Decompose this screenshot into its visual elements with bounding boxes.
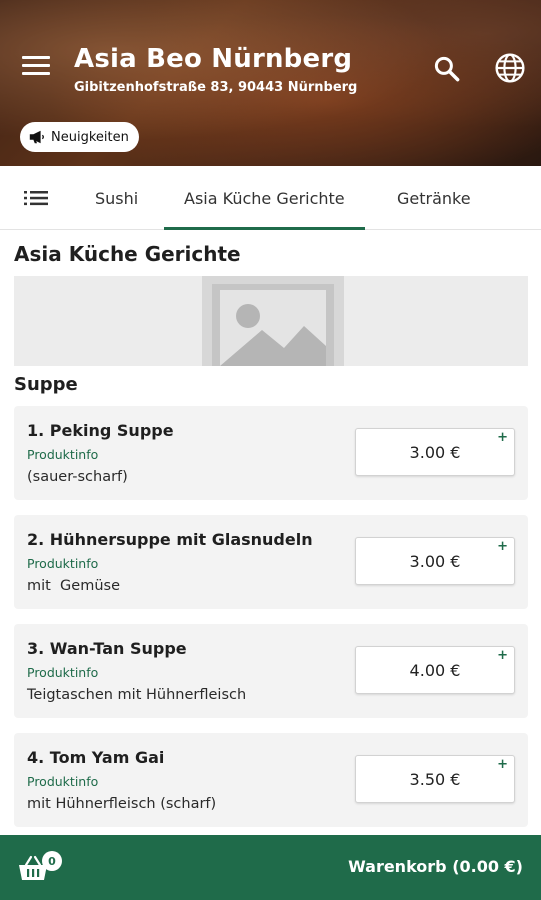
product-info-link[interactable]: Produktinfo [27, 447, 98, 462]
item-name: 2. Hühnersuppe mit Glasnudeln [27, 530, 313, 549]
section-title: Asia Küche Gerichte [14, 242, 241, 266]
restaurant-header: Asia Beo Nürnberg Gibitzenhofstraße 83, … [0, 0, 541, 166]
item-description: (sauer-scharf) [27, 469, 128, 485]
add-to-cart-button[interactable]: 3.00 € + [355, 428, 515, 476]
item-description: Teigtaschen mit Hühnerfleisch [27, 687, 247, 703]
product-info-link[interactable]: Produktinfo [27, 774, 98, 789]
item-name: 3. Wan-Tan Suppe [27, 639, 187, 658]
category-list-icon[interactable] [24, 166, 50, 230]
item-name: 1. Peking Suppe [27, 421, 174, 440]
item-description: mit Hühnerfleisch (scharf) [27, 796, 217, 812]
menu-item: 2. Hühnersuppe mit Glasnudeln Produktinf… [14, 515, 528, 609]
news-button[interactable]: Neuigkeiten [20, 122, 139, 152]
item-price: 3.00 € [409, 442, 461, 462]
add-to-cart-button[interactable]: 4.00 € + [355, 646, 515, 694]
menu-icon[interactable] [22, 56, 50, 80]
add-to-cart-button[interactable]: 3.00 € + [355, 537, 515, 585]
add-to-cart-button[interactable]: 3.50 € + [355, 755, 515, 803]
item-price: 3.00 € [409, 551, 461, 571]
product-info-link[interactable]: Produktinfo [27, 556, 98, 571]
item-description: mit Gemüse [27, 578, 121, 594]
menu-item: 4. Tom Yam Gai Produktinfo mit Hühnerfle… [14, 733, 528, 827]
product-info-link[interactable]: Produktinfo [27, 665, 98, 680]
search-icon[interactable] [432, 54, 462, 84]
plus-icon: + [497, 648, 508, 663]
image-placeholder-icon [202, 276, 344, 366]
item-price: 3.50 € [409, 769, 461, 789]
globe-icon[interactable] [494, 52, 526, 84]
tab-sushi[interactable]: Sushi [95, 166, 138, 230]
category-image-placeholder [14, 276, 528, 366]
megaphone-icon [29, 130, 44, 144]
restaurant-address: Gibitzenhofstraße 83, 90443 Nürnberg [74, 80, 358, 95]
tab-asia-kueche-gerichte[interactable]: Asia Küche Gerichte [164, 166, 365, 230]
restaurant-name: Asia Beo Nürnberg [74, 44, 353, 74]
menu-item: 1. Peking Suppe Produktinfo (sauer-schar… [14, 406, 528, 500]
item-price: 4.00 € [409, 660, 461, 680]
cart-count-badge: 0 [42, 851, 62, 871]
subsection-title: Suppe [14, 374, 78, 395]
cart-bar[interactable]: 0 Warenkorb (0.00 €) [0, 835, 541, 900]
tab-getraenke[interactable]: Getränke [397, 166, 471, 230]
plus-icon: + [497, 539, 508, 554]
news-label: Neuigkeiten [51, 129, 129, 145]
menu-item: 3. Wan-Tan Suppe Produktinfo Teigtaschen… [14, 624, 528, 718]
plus-icon: + [497, 757, 508, 772]
category-tabs: Sushi Asia Küche Gerichte Getränke [0, 166, 541, 230]
plus-icon: + [497, 430, 508, 445]
cart-total-label: Warenkorb (0.00 €) [348, 857, 523, 876]
item-name: 4. Tom Yam Gai [27, 748, 165, 767]
